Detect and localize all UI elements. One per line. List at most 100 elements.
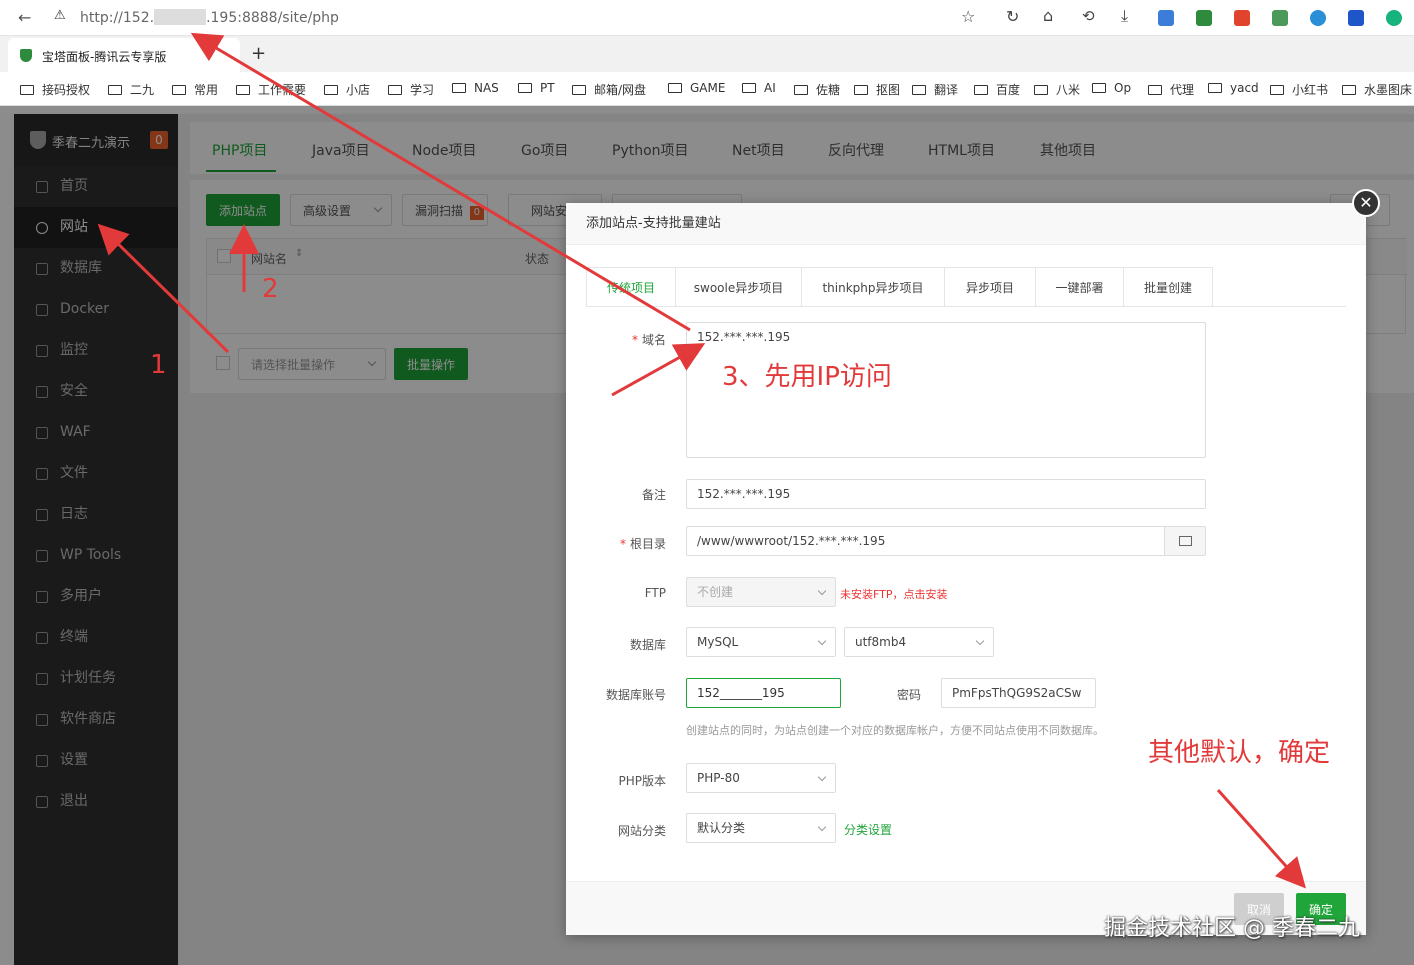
extension-green-icon[interactable] — [1386, 10, 1402, 26]
folder-icon — [742, 83, 756, 93]
bookmark-label: 抠图 — [876, 83, 901, 97]
bookmark-item[interactable]: GAME — [668, 81, 725, 95]
download-icon[interactable]: ⤓ — [1121, 6, 1128, 26]
db-pass-input[interactable]: PmFpsThQG9S2aCSw — [941, 678, 1096, 708]
bookmark-item[interactable]: 小店 — [324, 81, 370, 98]
bookmark-item[interactable]: 常用 — [172, 81, 218, 98]
tab-bar: 宝塔面板-腾讯云专享版 + — [0, 36, 1414, 72]
annotation-others-default: 其他默认，确定 — [1148, 738, 1331, 768]
folder-picker-button[interactable] — [1164, 526, 1206, 556]
bookmark-item[interactable]: 工作需要 — [236, 81, 306, 98]
db-charset-value: utf8mb4 — [855, 635, 907, 649]
bookmark-item[interactable]: 翻译 — [912, 81, 958, 98]
db-hint: 创建站点的同时，为站点创建一个对应的数据库帐户，方便不同站点使用不同数据库。 — [686, 724, 1104, 737]
php-select[interactable]: PHP-80 — [686, 763, 836, 793]
folder-icon — [1270, 85, 1284, 95]
bookmark-item[interactable]: 佐糖 — [794, 81, 840, 98]
bookmark-label: 小店 — [346, 83, 371, 97]
reload-icon[interactable]: ↻ — [1006, 7, 1019, 26]
folder-icon — [1208, 83, 1222, 93]
bookmark-label: 翻译 — [934, 83, 959, 97]
folder-icon — [388, 85, 402, 95]
bookmark-label: 百度 — [996, 83, 1021, 97]
bookmark-label: 接码授权 — [42, 83, 91, 97]
bookmark-item[interactable]: 代理 — [1148, 81, 1194, 98]
folder-icon — [912, 85, 926, 95]
watermark: 掘金技术社区 @ 季春二九 — [1104, 916, 1360, 941]
php-value: PHP-80 — [697, 771, 740, 785]
bookmark-item[interactable]: 小红书 — [1270, 81, 1328, 98]
extension-robot-icon[interactable] — [1272, 10, 1288, 26]
back-icon[interactable]: ← — [18, 8, 31, 27]
bookmark-label: 小红书 — [1292, 83, 1329, 97]
category-value: 默认分类 — [697, 821, 746, 835]
dialog-tab[interactable]: thinkphp异步项目 — [801, 267, 945, 307]
folder-icon — [20, 85, 34, 95]
annotation-step-3: 3、先用IP访问 — [722, 362, 892, 392]
category-label: 网站分类 — [617, 824, 666, 838]
ftp-label: FTP — [644, 586, 666, 600]
bookmark-label: 代理 — [1170, 83, 1195, 97]
ftp-select[interactable]: 不创建 — [686, 577, 836, 607]
category-select[interactable]: 默认分类 — [686, 813, 836, 843]
bookmark-label: 常用 — [194, 83, 219, 97]
extension-bird-icon[interactable] — [1158, 10, 1174, 26]
extension-download-icon[interactable] — [1196, 10, 1212, 26]
bookmark-item[interactable]: AI — [742, 81, 776, 95]
extension-shield-icon[interactable] — [1348, 10, 1364, 26]
bookmark-item[interactable]: 水墨图床 — [1342, 81, 1412, 98]
bookmark-item[interactable]: Op — [1092, 81, 1131, 95]
dialog-tabs-line — [586, 306, 1346, 307]
bookmark-item[interactable]: 二九 — [108, 81, 154, 98]
root-input[interactable]: /www/wwwroot/152.***.***.195 — [686, 526, 1166, 556]
bookmark-label: GAME — [690, 81, 726, 95]
dialog-tab[interactable]: 传统项目 — [586, 267, 676, 307]
extension-cloud-icon[interactable] — [1310, 10, 1326, 26]
bookmark-item[interactable]: 抠图 — [854, 81, 900, 98]
bookmark-item[interactable]: yacd — [1208, 81, 1259, 95]
extension-image-icon[interactable] — [1234, 10, 1250, 26]
tab-favicon-icon — [20, 49, 32, 62]
bookmark-item[interactable]: PT — [518, 81, 555, 95]
folder-icon — [452, 83, 466, 93]
category-settings-link[interactable]: 分类设置 — [844, 821, 892, 838]
bookmark-item[interactable]: 学习 — [388, 81, 434, 98]
bookmark-label: yacd — [1230, 81, 1259, 95]
folder-icon — [794, 85, 808, 95]
bookmark-item[interactable]: 百度 — [974, 81, 1020, 98]
db-charset-select[interactable]: utf8mb4 — [844, 627, 994, 657]
bookmark-item[interactable]: NAS — [452, 81, 499, 95]
history-icon[interactable]: ⟲ — [1082, 7, 1095, 25]
folder-icon — [1034, 85, 1048, 95]
dialog-tab[interactable]: 一键部署 — [1035, 267, 1124, 307]
dialog-tab[interactable]: swoole异步项目 — [675, 267, 802, 307]
bookmark-label: 佐糖 — [816, 83, 841, 97]
db-user-label: 数据库账号 — [605, 688, 666, 702]
db-user-input[interactable]: 152_______195 — [686, 678, 841, 708]
bookmark-item[interactable]: 邮箱/网盘 — [572, 81, 646, 98]
new-tab-button[interactable]: + — [251, 43, 266, 64]
url-field[interactable]: http://152. .195:8888/site/php — [80, 9, 339, 26]
ftp-install-link[interactable]: 未安装FTP，点击安装 — [840, 586, 948, 602]
dialog-tab[interactable]: 批量创建 — [1123, 267, 1213, 307]
browser-tab[interactable]: 宝塔面板-腾讯云专享版 — [8, 38, 240, 72]
db-pass-label: 密码 — [896, 688, 921, 702]
domain-value: 152.***.***.195 — [697, 330, 791, 344]
ftp-value: 不创建 — [697, 585, 734, 599]
db-type-select[interactable]: MySQL — [686, 627, 836, 657]
chevron-down-icon — [817, 636, 827, 646]
bookmark-label: 工作需要 — [258, 83, 307, 97]
folder-icon — [518, 83, 532, 93]
star-icon[interactable]: ☆ — [961, 7, 975, 26]
bookmark-item[interactable]: 八米 — [1034, 81, 1080, 98]
close-icon[interactable]: ✕ — [1352, 189, 1380, 217]
folder-icon — [572, 85, 586, 95]
home-icon[interactable]: ⌂ — [1043, 6, 1053, 25]
bookmark-label: Op — [1114, 81, 1132, 95]
root-label: * 根目录 — [619, 537, 666, 551]
bookmark-item[interactable]: 接码授权 — [20, 81, 90, 98]
remark-input[interactable]: 152.***.***.195 — [686, 479, 1206, 509]
bookmark-label: 八米 — [1056, 83, 1081, 97]
dialog-tab[interactable]: 异步项目 — [944, 267, 1036, 307]
warning-icon[interactable]: ⚠ — [54, 8, 66, 23]
